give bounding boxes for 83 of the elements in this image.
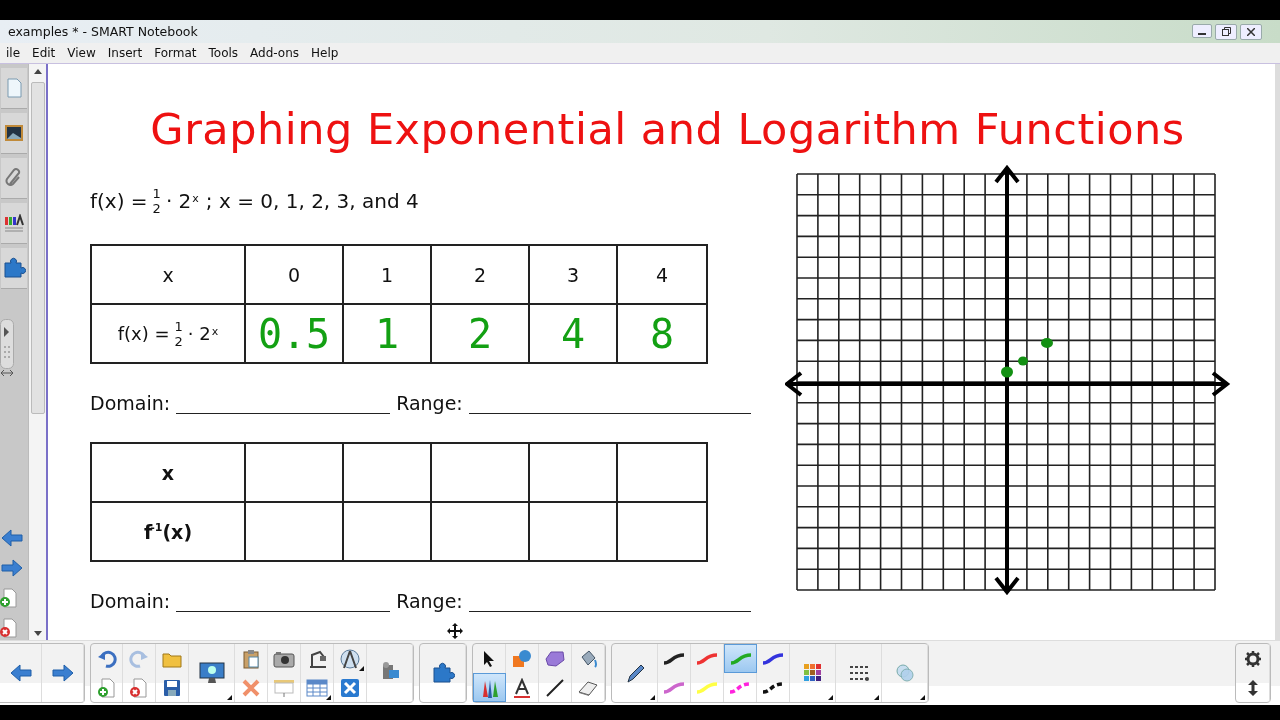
save-icon [163,678,181,697]
tools-x-icon [340,677,360,698]
screen-shade-icon [273,677,295,698]
gallery-tab[interactable] [1,113,27,154]
close-button[interactable] [1240,23,1262,40]
text-icon [512,677,532,698]
back-arrow-icon [8,663,33,683]
polygon-icon [544,649,566,668]
line-style-icon [847,664,870,682]
properties-tab[interactable] [1,203,27,244]
forward-arrow-icon [0,558,24,578]
line-icon [545,677,565,698]
eraser-icon [577,678,599,697]
menu-item[interactable]: Format [148,46,203,60]
pens-button[interactable] [473,673,506,702]
puzzle-icon [2,257,26,279]
table-cell: 3 [529,245,617,304]
add-ons-tab[interactable] [1,248,27,289]
delete-icon [242,678,260,697]
redo-icon [129,649,149,668]
add-page-icon [0,588,18,608]
menu-item[interactable]: ile [0,46,27,60]
handwritten-value: 0.5 [257,310,331,357]
puzzle-icon [430,662,455,684]
range-label: Range: [396,590,463,612]
scroll-down-icon [33,630,42,636]
monitor-icon [198,662,225,684]
properties-icon [4,214,24,232]
window-title: examples * - SMART Notebook [7,24,198,39]
menu-item[interactable]: Help [305,46,345,60]
menu-item[interactable]: Tools [202,46,245,60]
menu-item[interactable]: Insert [101,46,149,60]
restore-icon [1221,27,1231,36]
table-cell: 2 [431,245,529,304]
pointer-icon [481,649,497,668]
add-page-button[interactable] [0,588,18,608]
handwritten-value: 2 [467,310,493,357]
panel-handle-icon [0,319,14,369]
minimize-button[interactable] [1192,23,1212,38]
previous-page-button[interactable] [0,528,24,548]
table-icon [306,678,328,697]
next-page-button[interactable] [0,558,24,578]
scrollbar[interactable] [28,64,46,640]
up-down-arrow-icon [1246,678,1259,697]
plotted-points [1001,338,1053,378]
page-heading: Graphing Exponential and Logarithm Functions [150,104,1185,154]
page-sorter-icon [5,78,23,98]
circles-icon [893,663,916,683]
menu-item[interactable]: Edit [26,46,62,60]
settings-icon [1243,649,1262,668]
restore-button[interactable] [1215,23,1237,40]
range-label: Range: [396,392,463,414]
color-grid-icon [802,663,823,683]
delete-page-icon [130,677,148,698]
handwritten-value: 4 [560,310,586,357]
delete-page-icon [0,618,18,638]
domain-label: Domain: [90,392,171,414]
handwritten-value: 8 [649,310,675,357]
delete-page-button[interactable] [0,618,18,638]
shapes-icon [511,648,533,669]
minimize-icon [1198,32,1206,35]
menu-item[interactable]: View [61,46,102,60]
clipboard-icon [242,648,260,669]
table-cell: 4 [617,245,707,304]
move-cursor-icon [446,622,464,640]
table-cell: x [91,245,245,304]
compass-icon [339,647,361,670]
handwritten-value: 1 [374,310,400,357]
add-page-icon [97,677,116,698]
domain-label: Domain: [90,590,171,612]
forward-arrow-icon [50,663,75,683]
picture-frame-icon [4,124,24,142]
resize-handle-icon [0,369,14,377]
scroll-up-icon [33,68,42,74]
undo-icon [96,649,117,668]
menu-item[interactable]: Add-ons [244,46,306,60]
row-label: x [161,461,175,484]
table-cell: 0 [245,245,343,304]
table-cell: 1 [343,245,431,304]
camera-icon [273,649,295,668]
back-arrow-icon [0,528,24,548]
close-icon [1247,27,1255,36]
row-label: f$^{-1}$(x) [143,520,193,543]
